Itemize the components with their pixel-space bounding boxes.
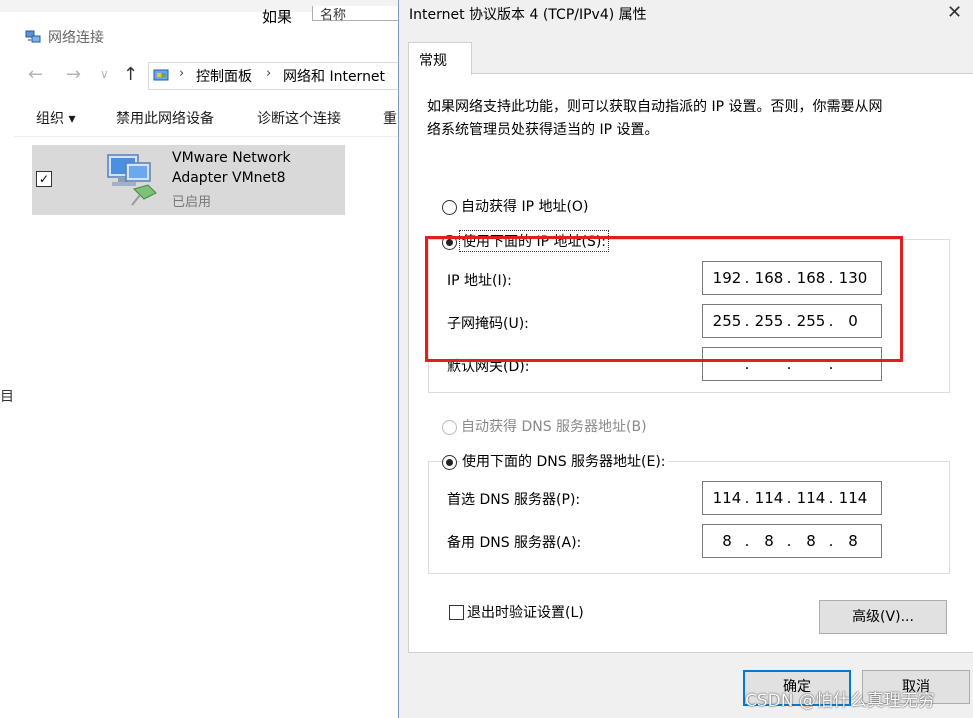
breadcrumb-control-panel[interactable]: 控制面板 xyxy=(196,66,252,86)
subnet-mask-field[interactable]: 255 . 255 . 255 . 0 xyxy=(702,304,882,338)
mask-octet-3: 255 xyxy=(796,312,826,330)
auto-dns-label[interactable]: 自动获得 DNS 服务器地址(B) xyxy=(461,416,647,436)
gateway-dot: . xyxy=(744,355,750,373)
mask-octet-1: 255 xyxy=(712,312,742,330)
mask-dot: . xyxy=(786,312,792,330)
general-tab-panel: 如果网络支持此功能，则可以获取自动指派的 IP 设置。否则，你需要从网 络系统管… xyxy=(408,73,973,653)
tab-general[interactable]: 常规 xyxy=(408,42,472,75)
recent-locations-chevron-icon[interactable]: ∨ xyxy=(100,67,109,81)
ip-octet-1: 192 xyxy=(712,269,742,287)
connections-list: ✓ VMware Network Adapter VMnet8 已启用 xyxy=(14,137,420,718)
dialog-title: Internet 协议版本 4 (TCP/IPv4) 属性 xyxy=(409,7,647,23)
pdns-dot: . xyxy=(786,489,792,507)
ip-dot: . xyxy=(828,269,834,287)
breadcrumb-separator-icon: › xyxy=(179,66,185,81)
adns-octet-3: 8 xyxy=(806,532,816,550)
command-bar: 组织 ▾ 禁用此网络设备 诊断这个连接 重 xyxy=(14,98,420,137)
preferred-dns-label: 首选 DNS 服务器(P): xyxy=(447,492,581,508)
gateway-dot: . xyxy=(828,355,834,373)
close-icon[interactable]: ✕ xyxy=(947,2,962,23)
ip-dot: . xyxy=(786,269,792,287)
auto-ip-radio[interactable] xyxy=(442,200,457,215)
ip-octet-3: 168 xyxy=(796,269,826,287)
adns-octet-4: 8 xyxy=(848,532,858,550)
manual-ip-radio[interactable] xyxy=(442,235,457,250)
up-arrow-icon[interactable]: ↑ xyxy=(123,64,138,85)
ip-dot: . xyxy=(744,269,750,287)
ip-address-label: IP 地址(I): xyxy=(447,273,512,289)
organize-menu[interactable]: 组织 ▾ xyxy=(36,108,75,128)
adns-dot: . xyxy=(744,532,750,550)
rename-button-partial[interactable]: 重 xyxy=(383,108,397,128)
manual-dns-radio[interactable] xyxy=(442,455,457,470)
default-gateway-label: 默认网关(D): xyxy=(447,359,530,375)
explorer-titlebar: 网络连接 xyxy=(0,18,420,52)
ipv4-properties-dialog: Internet 协议版本 4 (TCP/IPv4) 属性 ✕ 常规 如果网络支… xyxy=(398,0,973,718)
description-line2: 络系统管理员处获得适当的 IP 设置。 xyxy=(427,122,659,138)
advanced-button[interactable]: 高级(V)... xyxy=(819,600,947,634)
adns-dot: . xyxy=(786,532,792,550)
diagnose-connection-button[interactable]: 诊断这个连接 xyxy=(257,108,341,128)
gateway-dot: . xyxy=(786,355,792,373)
adapter-status: 已启用 xyxy=(172,195,212,210)
csdn-watermark: CSDN @怕什么真理无穷 xyxy=(745,691,935,711)
pdns-dot: . xyxy=(828,489,834,507)
adapter-checkbox[interactable]: ✓ xyxy=(36,171,52,187)
subnet-mask-label: 子网掩码(U): xyxy=(447,316,529,332)
preferred-dns-field[interactable]: 114 . 114 . 114 . 114 xyxy=(702,481,882,515)
disable-device-button[interactable]: 禁用此网络设备 xyxy=(116,108,214,128)
mask-octet-4: 0 xyxy=(848,312,858,330)
description-line1: 如果网络支持此功能，则可以获取自动指派的 IP 设置。否则，你需要从网 xyxy=(427,99,883,115)
manual-ip-label[interactable]: 使用下面的 IP 地址(S): xyxy=(459,230,609,252)
pdns-octet-2: 114 xyxy=(754,489,784,507)
adapter-name-line2: Adapter VMnet8 xyxy=(172,170,286,186)
ip-octet-4: 130 xyxy=(838,269,868,287)
alternate-dns-label: 备用 DNS 服务器(A): xyxy=(447,535,582,551)
tab-general-label: 常规 xyxy=(419,53,447,69)
adns-dot: . xyxy=(828,532,834,550)
mask-dot: . xyxy=(828,312,834,330)
navigation-pane-edge: 目 xyxy=(0,137,15,718)
manual-dns-label[interactable]: 使用下面的 DNS 服务器地址(E): xyxy=(460,451,668,471)
pdns-octet-3: 114 xyxy=(796,489,826,507)
mask-dot: . xyxy=(744,312,750,330)
pdns-octet-4: 114 xyxy=(838,489,868,507)
address-bar[interactable]: › 控制面板 › 网络和 Internet xyxy=(148,62,421,90)
explorer-title: 网络连接 xyxy=(48,30,104,46)
ip-octet-2: 168 xyxy=(754,269,784,287)
validate-settings-checkbox[interactable] xyxy=(449,605,464,620)
breadcrumb-separator-icon: › xyxy=(266,66,272,81)
mask-octet-2: 255 xyxy=(754,312,784,330)
network-adapter-icon xyxy=(104,149,164,215)
network-connections-window: 如果 名称 网络连接 ← → ∨ ↑ › 控制面板 › 网络和 Internet… xyxy=(0,0,421,718)
nav-pane-partial-text: 目 xyxy=(0,389,14,405)
forward-arrow-icon[interactable]: → xyxy=(66,64,81,85)
adapter-name-line1: VMware Network xyxy=(172,150,291,166)
breadcrumb-network-internet[interactable]: 网络和 Internet xyxy=(283,66,385,86)
default-gateway-field[interactable]: . . . xyxy=(702,347,882,381)
ip-address-field[interactable]: 192 . 168 . 168 . 130 xyxy=(702,261,882,295)
validate-settings-label[interactable]: 退出时验证设置(L) xyxy=(467,602,584,622)
adns-octet-1: 8 xyxy=(722,532,732,550)
adns-octet-2: 8 xyxy=(764,532,774,550)
pdns-octet-1: 114 xyxy=(712,489,742,507)
alternate-dns-field[interactable]: 8 . 8 . 8 . 8 xyxy=(702,524,882,558)
adapter-vmnet8-item[interactable]: ✓ VMware Network Adapter VMnet8 已启用 xyxy=(32,145,345,215)
back-arrow-icon[interactable]: ← xyxy=(28,64,43,85)
auto-dns-radio[interactable] xyxy=(442,420,457,435)
pdns-dot: . xyxy=(744,489,750,507)
auto-ip-label[interactable]: 自动获得 IP 地址(O) xyxy=(461,196,588,216)
control-panel-icon xyxy=(153,67,171,89)
network-connections-icon xyxy=(24,28,42,50)
